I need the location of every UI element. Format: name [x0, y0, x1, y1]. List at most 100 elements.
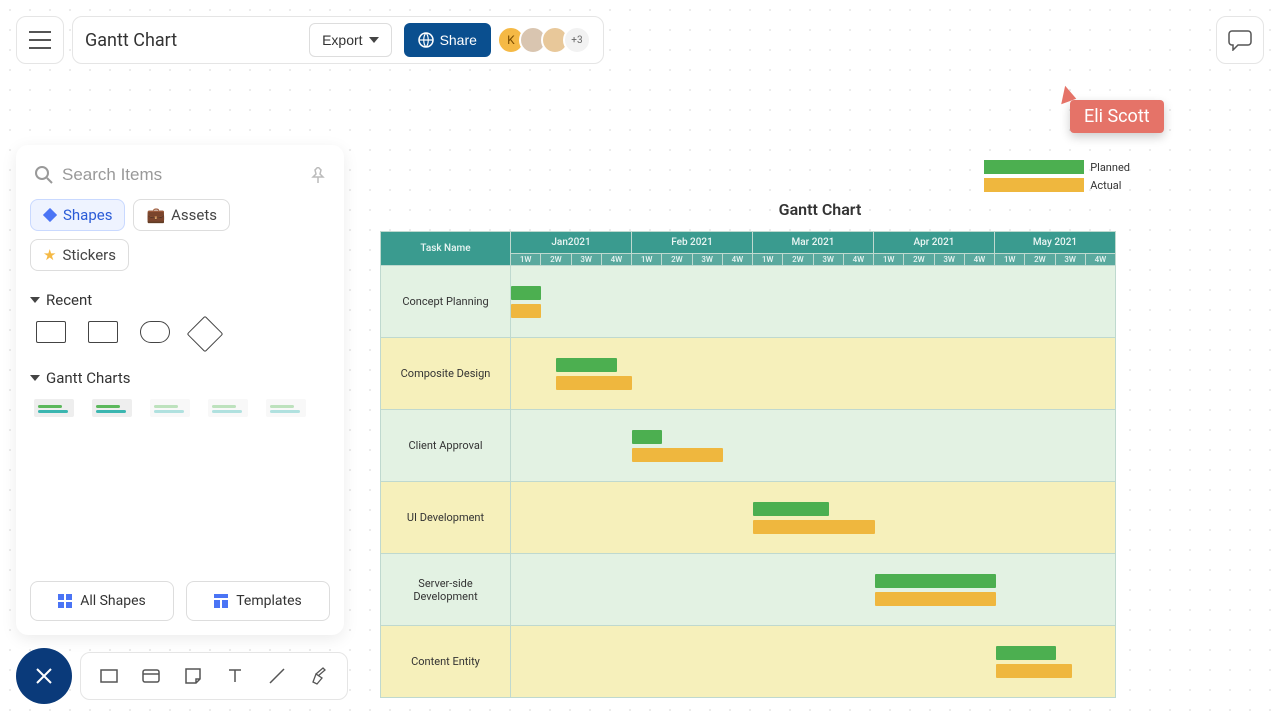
task-name: Server-side Development	[381, 554, 511, 626]
avatar-more[interactable]: +3	[563, 26, 591, 54]
week-header: 2W	[904, 254, 934, 266]
month-header: Mar 2021	[753, 232, 874, 254]
briefcase-icon: 💼	[146, 206, 165, 224]
hamburger-icon	[29, 31, 51, 49]
bar-actual[interactable]	[996, 664, 1072, 678]
task-name: Content Entity	[381, 626, 511, 698]
rectangle-tool[interactable]	[97, 664, 121, 688]
card-tool[interactable]	[139, 664, 163, 688]
week-header: 4W	[843, 254, 873, 266]
bar-actual[interactable]	[753, 520, 874, 534]
task-header: Task Name	[381, 232, 511, 266]
share-button[interactable]: Share	[404, 23, 491, 57]
templates-button[interactable]: Templates	[186, 581, 330, 621]
gantt-row[interactable]: Server-side Development	[381, 554, 1116, 626]
week-header: 2W	[662, 254, 692, 266]
template-icon	[214, 594, 228, 608]
tool-dock	[80, 652, 348, 700]
gantt-thumb[interactable]	[34, 399, 74, 417]
week-header: 1W	[874, 254, 904, 266]
star-icon: ★	[43, 246, 56, 264]
bar-planned[interactable]	[511, 286, 541, 300]
bar-planned[interactable]	[753, 502, 829, 516]
shapes-panel: Shapes 💼 Assets ★ Stickers Recent Gantt …	[16, 145, 344, 635]
comments-button[interactable]	[1216, 16, 1264, 64]
week-header: 4W	[964, 254, 994, 266]
gantt-row[interactable]: Composite Design	[381, 338, 1116, 410]
month-header: Apr 2021	[874, 232, 995, 254]
week-header: 2W	[1025, 254, 1055, 266]
week-header: 3W	[1055, 254, 1085, 266]
month-header: Jan2021	[511, 232, 632, 254]
close-dock-button[interactable]	[16, 648, 72, 704]
month-header: Feb 2021	[632, 232, 753, 254]
gantt-thumb[interactable]	[92, 399, 132, 417]
gantt-row[interactable]: Concept Planning	[381, 266, 1116, 338]
gantt-row[interactable]: UI Development	[381, 482, 1116, 554]
document-title[interactable]: Gantt Chart	[85, 30, 297, 51]
legend-actual-swatch	[984, 178, 1084, 192]
bar-planned[interactable]	[632, 430, 662, 444]
gantt-legend: Planned Actual	[984, 160, 1130, 192]
grid-icon	[58, 594, 72, 608]
shape-rectangle[interactable]	[36, 321, 66, 343]
search-input[interactable]	[62, 165, 302, 185]
week-header: 3W	[813, 254, 843, 266]
gantt-thumb[interactable]	[150, 399, 190, 417]
title-card: Gantt Chart Export Share K +3	[72, 16, 604, 64]
gantt-row[interactable]: Client Approval	[381, 410, 1116, 482]
task-name: Client Approval	[381, 410, 511, 482]
task-name: UI Development	[381, 482, 511, 554]
globe-icon	[418, 32, 434, 48]
week-header: 4W	[1085, 254, 1115, 266]
diamond-icon	[43, 208, 57, 222]
menu-button[interactable]	[16, 16, 64, 64]
chevron-down-icon	[30, 297, 40, 303]
chevron-down-icon	[369, 37, 379, 43]
bar-actual[interactable]	[511, 304, 541, 318]
export-button[interactable]: Export	[309, 23, 391, 57]
tab-assets[interactable]: 💼 Assets	[133, 199, 230, 231]
gantt-row[interactable]: Content Entity	[381, 626, 1116, 698]
gantt-chart[interactable]: Task NameJan2021Feb 2021Mar 2021Apr 2021…	[380, 231, 1260, 698]
shape-rectangle[interactable]	[88, 321, 118, 343]
line-tool[interactable]	[265, 664, 289, 688]
all-shapes-button[interactable]: All Shapes	[30, 581, 174, 621]
gantt-thumb[interactable]	[208, 399, 248, 417]
week-header: 4W	[722, 254, 752, 266]
collaborator-avatars[interactable]: K +3	[503, 26, 591, 54]
chevron-down-icon	[30, 375, 40, 381]
week-header: 1W	[995, 254, 1025, 266]
search-icon	[34, 165, 54, 185]
note-tool[interactable]	[181, 664, 205, 688]
text-tool[interactable]	[223, 664, 247, 688]
bar-planned[interactable]	[996, 646, 1057, 660]
task-name: Composite Design	[381, 338, 511, 410]
section-recent[interactable]: Recent	[30, 291, 330, 309]
shape-pill[interactable]	[140, 321, 170, 343]
gantt-thumb[interactable]	[266, 399, 306, 417]
week-header: 1W	[511, 254, 541, 266]
pen-tool[interactable]	[307, 664, 331, 688]
task-name: Concept Planning	[381, 266, 511, 338]
bar-actual[interactable]	[556, 376, 632, 390]
tab-shapes[interactable]: Shapes	[30, 199, 125, 231]
week-header: 3W	[934, 254, 964, 266]
week-header: 1W	[753, 254, 783, 266]
chat-icon	[1228, 29, 1252, 51]
month-header: May 2021	[995, 232, 1116, 254]
shape-diamond[interactable]	[187, 316, 224, 353]
canvas[interactable]: Planned Actual Gantt Chart Task NameJan2…	[380, 100, 1260, 720]
tab-stickers[interactable]: ★ Stickers	[30, 239, 129, 271]
bar-planned[interactable]	[875, 574, 996, 588]
pin-button[interactable]	[310, 167, 326, 183]
section-gantt[interactable]: Gantt Charts	[30, 369, 330, 387]
week-header: 3W	[692, 254, 722, 266]
bar-planned[interactable]	[556, 358, 617, 372]
bar-actual[interactable]	[632, 448, 723, 462]
bar-actual[interactable]	[875, 592, 996, 606]
legend-planned-swatch	[984, 160, 1084, 174]
week-header: 1W	[632, 254, 662, 266]
week-header: 3W	[571, 254, 601, 266]
chart-title: Gantt Chart	[380, 200, 1260, 219]
